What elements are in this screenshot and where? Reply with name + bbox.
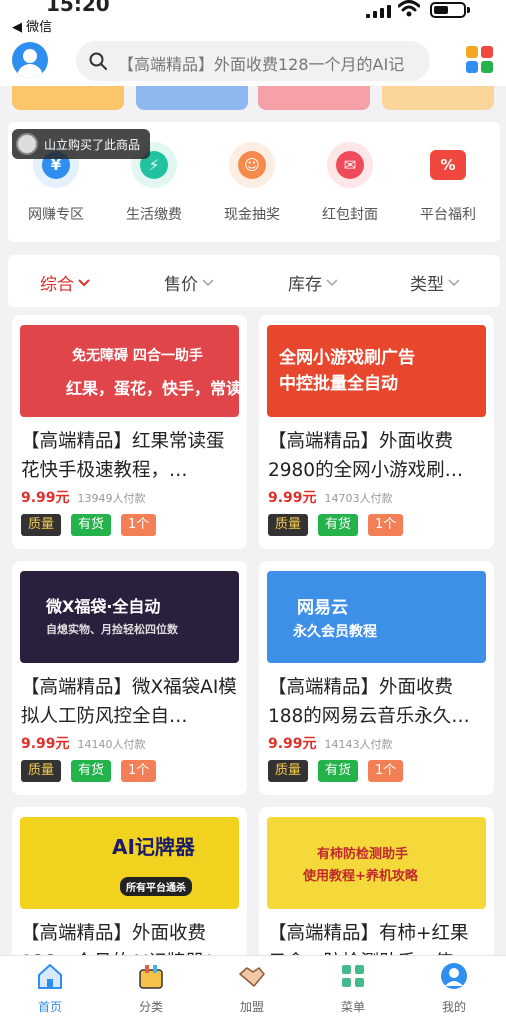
banner-carousel[interactable] <box>0 86 506 114</box>
search-input[interactable]: 【高端精品】外面收费128一个月的AI记 <box>118 51 418 75</box>
product-thumbnail: AI记牌器 所有平台通杀 <box>20 817 239 909</box>
back-to-wechat-link[interactable]: ◀ 微信 <box>12 16 52 35</box>
product-card[interactable]: 免无障碍 四合一助手 红果，蛋花，快手，常读 【高端精品】红果常读蛋花快手极速教… <box>12 315 247 549</box>
header: 【高端精品】外面收费128一个月的AI记 <box>0 36 506 86</box>
menu-grid-icon <box>342 965 364 987</box>
bottom-nav: 首页 分类 加盟 菜单 我的 <box>0 955 506 1024</box>
stock-tag: 有货 <box>318 514 359 536</box>
product-paid-count: 14703人付款 <box>324 492 393 505</box>
thumbnail-subline: 永久会员教程 <box>293 624 377 640</box>
sort-tab-price[interactable]: 售价 <box>164 270 214 295</box>
thumbnail-subline: 所有平台通杀 <box>120 877 192 896</box>
product-price: 9.99元 <box>21 736 70 752</box>
thumbnail-headline: 微X福袋·全自动 <box>46 597 161 616</box>
product-price: 9.99元 <box>21 490 70 506</box>
product-title: 【高端精品】外面收费188的网易云音乐永久… <box>268 677 470 727</box>
product-price: 9.99元 <box>268 736 317 752</box>
search-bar[interactable]: 【高端精品】外面收费128一个月的AI记 <box>76 41 430 81</box>
sort-tab-type[interactable]: 类型 <box>410 270 460 295</box>
product-thumbnail: 免无障碍 四合一助手 红果，蛋花，快手，常读 <box>20 325 239 417</box>
product-card[interactable]: 微X福袋·全自动 自熄实物、月捡轻松四位数 【高端精品】微X福袋AI模拟人工防风… <box>12 561 247 795</box>
smile-icon: ☺ <box>238 151 266 179</box>
thumbnail-subline: 使用教程+养机攻略 <box>303 869 418 884</box>
category-label: 平台福利 <box>420 207 476 223</box>
category-icon-bg-2: ☺ <box>229 142 275 188</box>
chevron-down-icon <box>326 278 338 286</box>
quality-tag: 质量 <box>21 514 62 536</box>
home-icon <box>38 964 62 989</box>
handshake-icon <box>239 967 265 987</box>
category-icon-bg-3: ✉ <box>327 142 373 188</box>
battery-icon <box>430 2 466 18</box>
category-item-red-envelope[interactable]: ✉ 红包封面 <box>302 142 398 224</box>
thumbnail-subline: 中控批量全自动 <box>279 374 398 394</box>
quality-tag: 质量 <box>268 760 309 782</box>
quality-tag: 质量 <box>21 760 62 782</box>
chevron-down-icon <box>78 278 90 286</box>
product-thumbnail: 网易云 永久会员教程 <box>267 571 486 663</box>
stock-tag: 有货 <box>71 760 112 782</box>
category-icon-bg-4: % <box>425 142 471 188</box>
thumbnail-headline: 全网小游戏刷广告 <box>279 348 415 368</box>
wifi-icon <box>398 0 420 17</box>
product-paid-count: 14143人付款 <box>324 738 393 751</box>
thumbnail-headline: 免无障碍 四合一助手 <box>72 348 203 364</box>
stock-tag: 有货 <box>71 514 112 536</box>
thumbnail-headline: 网易云 <box>297 598 348 618</box>
product-title: 【高端精品】红果常读蛋花快手极速教程，… <box>21 431 225 481</box>
thumbnail-subline: 自熄实物、月捡轻松四位数 <box>46 623 178 636</box>
count-tag: 1个 <box>121 760 157 782</box>
product-thumbnail: 全网小游戏刷广告 中控批量全自动 <box>267 325 486 417</box>
status-bar: 15:20 ◀ 微信 <box>0 0 506 36</box>
signal-icon <box>366 5 391 18</box>
purchase-toast: 山立购买了此商品 <box>12 129 151 159</box>
stock-tag: 有货 <box>318 760 359 782</box>
category-label: 现金抽奖 <box>224 207 280 223</box>
purchase-toast-text: 山立购买了此商品 <box>44 137 141 152</box>
category-label: 生活缴费 <box>126 207 182 223</box>
product-thumbnail: 微X福袋·全自动 自熄实物、月捡轻松四位数 <box>20 571 239 663</box>
nav-category[interactable]: 分类 <box>111 962 191 1015</box>
category-label: 网赚专区 <box>28 207 84 223</box>
search-icon <box>89 52 107 70</box>
product-card[interactable]: 全网小游戏刷广告 中控批量全自动 【高端精品】外面收费2980的全网小游戏刷… … <box>259 315 494 549</box>
nav-profile[interactable]: 我的 <box>414 962 494 1015</box>
nav-home[interactable]: 首页 <box>10 962 90 1015</box>
thumbnail-headline: 有柿防检测助手 <box>317 847 409 862</box>
thumbnail-headline: AI记牌器 <box>112 835 195 859</box>
product-title: 【高端精品】外面收费2980的全网小游戏刷… <box>268 431 464 481</box>
product-price: 9.99元 <box>268 490 317 506</box>
product-title: 【高端精品】微X福袋AI模拟人工防风控全自… <box>21 677 237 727</box>
category-label: 红包封面 <box>322 207 378 223</box>
nav-join[interactable]: 加盟 <box>212 962 292 1015</box>
product-card[interactable]: 网易云 永久会员教程 【高端精品】外面收费188的网易云音乐永久… 9.99元 1… <box>259 561 494 795</box>
count-tag: 1个 <box>121 514 157 536</box>
sort-tab-overall[interactable]: 综合 <box>40 270 90 295</box>
category-item-cash-lottery[interactable]: ☺ 现金抽奖 <box>204 142 300 224</box>
product-paid-count: 13949人付款 <box>77 492 146 505</box>
nav-menu[interactable]: 菜单 <box>313 962 393 1015</box>
count-tag: 1个 <box>368 760 404 782</box>
chevron-down-icon <box>202 278 214 286</box>
sort-bar: 综合 售价 库存 类型 <box>8 255 500 307</box>
count-tag: 1个 <box>368 514 404 536</box>
coupon-icon: % <box>430 150 466 180</box>
status-time: 15:20 <box>46 0 110 16</box>
profile-icon <box>441 963 467 989</box>
quality-tag: 质量 <box>268 514 309 536</box>
buyer-avatar-icon <box>16 133 38 155</box>
thumbnail-subline: 红果，蛋花，快手，常读 <box>66 379 239 398</box>
category-item-platform-welfare[interactable]: % 平台福利 <box>400 142 496 224</box>
sort-tab-stock[interactable]: 库存 <box>288 270 338 295</box>
red-envelope-icon: ✉ <box>336 151 364 179</box>
chevron-down-icon <box>448 278 460 286</box>
user-avatar-icon[interactable] <box>12 42 48 78</box>
product-thumbnail: 有柿防检测助手 使用教程+养机攻略 <box>267 817 486 909</box>
category-icon <box>139 965 163 989</box>
product-paid-count: 14140人付款 <box>77 738 146 751</box>
app-grid-icon[interactable] <box>466 46 494 74</box>
